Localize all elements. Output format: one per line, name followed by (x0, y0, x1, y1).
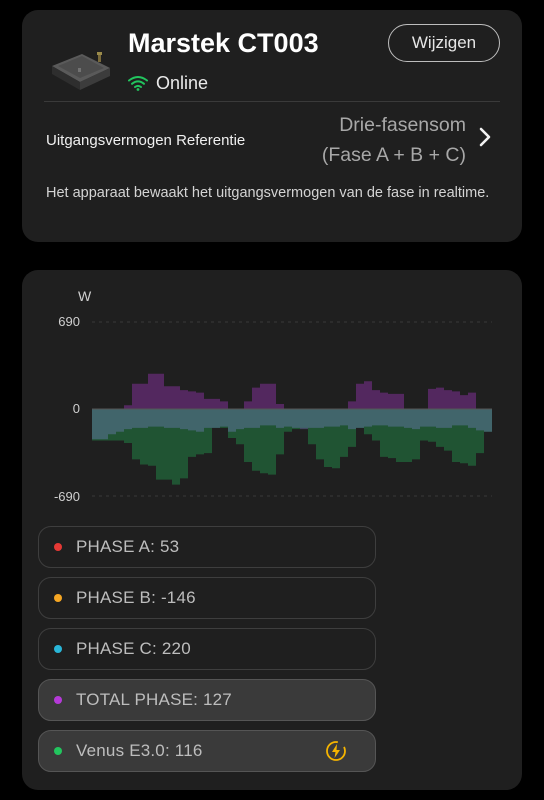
edit-button[interactable]: Wijzigen (388, 24, 500, 62)
phase-a-dot (54, 543, 62, 551)
legend-label: PHASE B: -146 (76, 588, 196, 607)
chart-card: W 690 0 -690 PHASE A: 53 PHASE B: -146 P… (22, 270, 522, 790)
legend-label: PHASE C: 220 (76, 639, 191, 658)
device-card: Ⅲ Marstek CT003 Online Wijzigen Uitgangs… (22, 10, 522, 242)
legend-item-total-phase[interactable]: TOTAL PHASE: 127 (38, 679, 376, 721)
venus-dot (54, 747, 62, 755)
device-image: Ⅲ (52, 52, 110, 90)
total-phase-dot (54, 696, 62, 704)
output-reference-value[interactable]: Drie-fasensom (Fase A + B + C) (322, 110, 466, 170)
legend-item-venus[interactable]: Venus E3.0: 116 (38, 730, 376, 772)
legend-label: Venus E3.0: 116 (76, 741, 203, 760)
device-title: Marstek CT003 (128, 28, 319, 58)
power-chart (92, 321, 492, 497)
output-reference-label: Uitgangsvermogen Referentie (46, 132, 246, 149)
divider (44, 101, 500, 102)
phase-b-dot (54, 594, 62, 602)
legend-label: PHASE A: 53 (76, 537, 180, 556)
status-text: Online (156, 72, 209, 93)
svg-text:Ⅲ: Ⅲ (78, 68, 81, 74)
legend-label: TOTAL PHASE: 127 (76, 690, 232, 709)
reference-value-line2: (Fase A + B + C) (321, 144, 466, 166)
device-description: Het apparaat bewaakt het uitgangsvermoge… (46, 185, 490, 201)
lightning-bolt-icon (326, 741, 346, 761)
total-phase-area (92, 373, 492, 409)
status-indicator: Online (128, 72, 208, 94)
reference-value-line1: Drie-fasensom (339, 114, 466, 136)
legend-item-phase-a[interactable]: PHASE A: 53 (38, 526, 376, 568)
wifi-icon (128, 76, 148, 91)
phase-c-dot (54, 645, 62, 653)
chevron-right-icon[interactable] (478, 126, 492, 148)
legend-item-phase-c[interactable]: PHASE C: 220 (38, 628, 376, 670)
legend-item-phase-b[interactable]: PHASE B: -146 (38, 577, 376, 619)
